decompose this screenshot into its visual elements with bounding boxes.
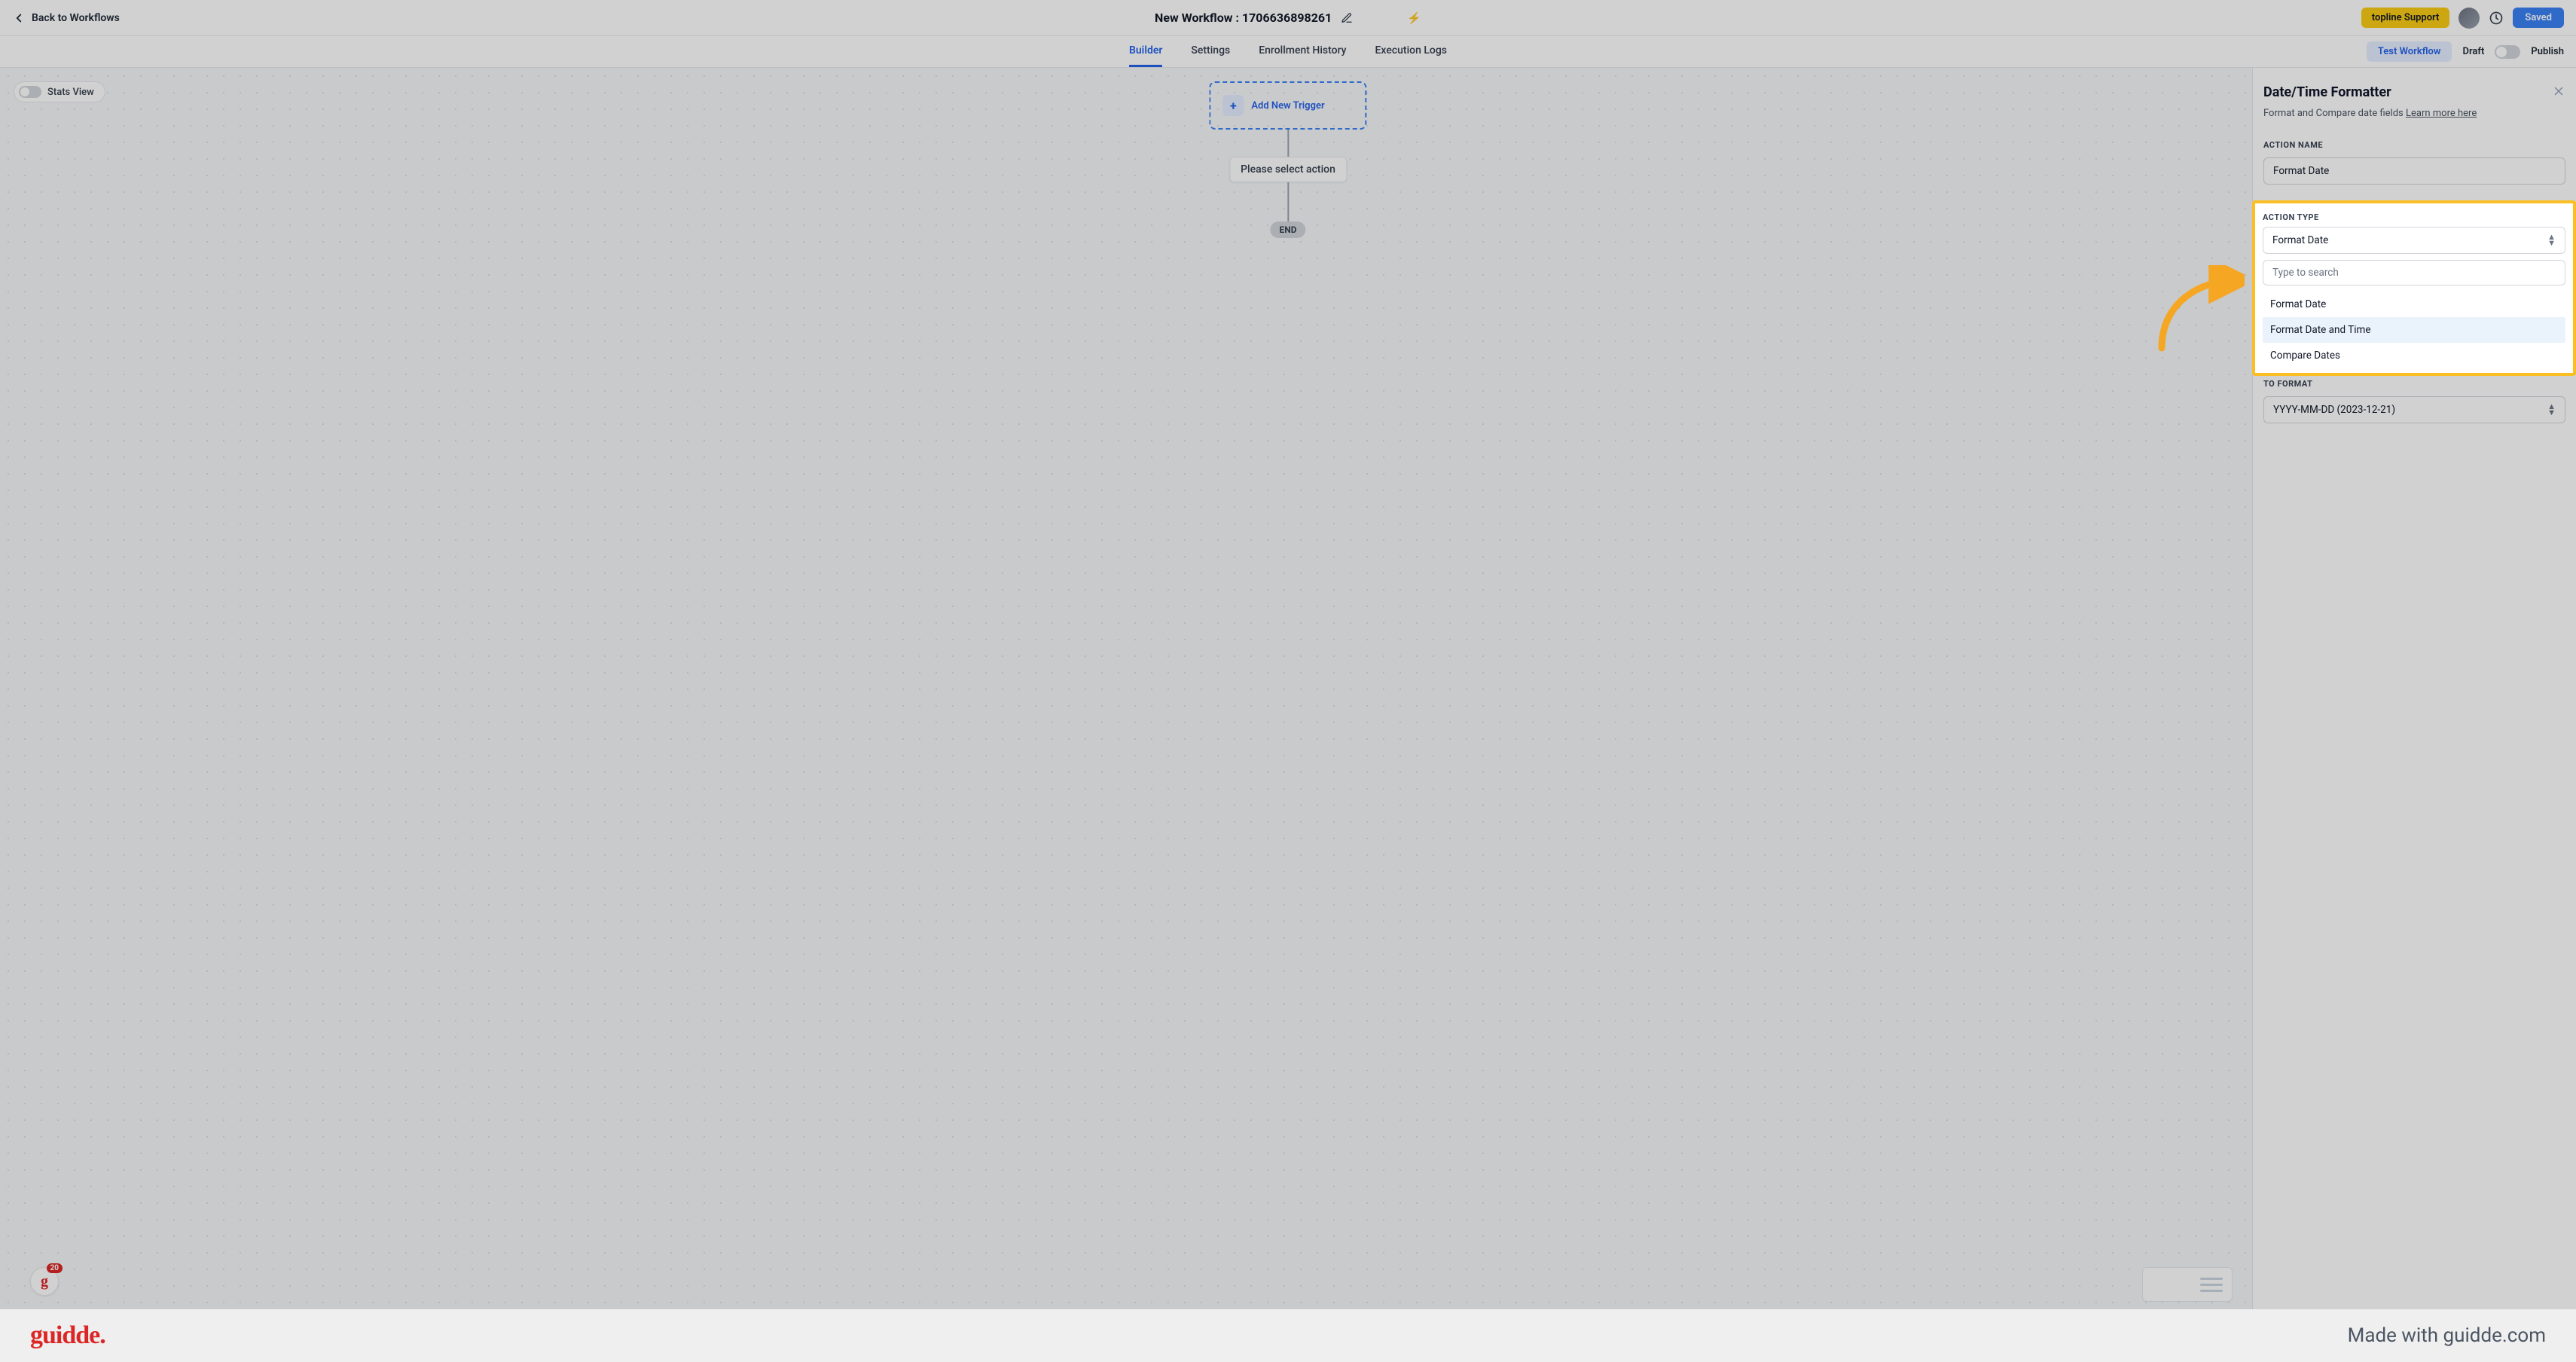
to-format-label: TO FORMAT bbox=[2263, 379, 2565, 389]
tab-execution-logs[interactable]: Execution Logs bbox=[1375, 36, 1448, 67]
option-format-date-and-time[interactable]: Format Date and Time bbox=[2263, 317, 2565, 343]
action-type-dropdown: ACTION TYPE Format Date ▲▼ Format Date F… bbox=[2252, 200, 2576, 376]
end-node: END bbox=[1270, 221, 1305, 238]
dropdown-search[interactable] bbox=[2263, 260, 2565, 286]
action-name-label: ACTION NAME bbox=[2263, 140, 2565, 150]
panel-subtitle: Format and Compare date fields Learn mor… bbox=[2263, 108, 2565, 119]
test-workflow-button[interactable]: Test Workflow bbox=[2367, 41, 2452, 62]
option-compare-dates[interactable]: Compare Dates bbox=[2263, 343, 2565, 368]
add-trigger-label: Add New Trigger bbox=[1251, 100, 1324, 111]
minimap-card[interactable] bbox=[2142, 1267, 2233, 1302]
action-type-label: ACTION TYPE bbox=[2263, 212, 2565, 222]
stats-toggle[interactable] bbox=[19, 86, 41, 98]
add-trigger-box[interactable]: + Add New Trigger bbox=[1209, 81, 1366, 130]
support-button[interactable]: topline Support bbox=[2361, 8, 2450, 28]
tab-enrollment-history[interactable]: Enrollment History bbox=[1259, 36, 1346, 67]
guidde-fab-badge: 20 bbox=[47, 1263, 63, 1273]
chevron-updown-icon: ▲▼ bbox=[2547, 404, 2556, 416]
saved-button[interactable]: Saved bbox=[2513, 8, 2564, 28]
subnav: Builder Settings Enrollment History Exec… bbox=[0, 36, 2576, 68]
tab-builder[interactable]: Builder bbox=[1129, 36, 1162, 67]
workflow-canvas[interactable]: Stats View + Add New Trigger Please sele… bbox=[0, 68, 2576, 1309]
stats-label: Stats View bbox=[47, 87, 94, 98]
action-type-select[interactable]: Format Date ▲▼ bbox=[2263, 227, 2565, 254]
guidde-fab-icon: g bbox=[41, 1273, 48, 1290]
back-to-workflows[interactable]: Back to Workflows bbox=[12, 11, 120, 25]
dropdown-search-input[interactable] bbox=[2272, 267, 2556, 279]
connector-line bbox=[1287, 182, 1289, 221]
draft-label: Draft bbox=[2462, 46, 2484, 57]
footer-credit: Made with guidde.com bbox=[2348, 1324, 2546, 1347]
app-header: Back to Workflows New Workflow : 1706636… bbox=[0, 0, 2576, 36]
guidde-logo: guidde. bbox=[30, 1321, 105, 1350]
workflow-title: New Workflow : 1706636898261 bbox=[1155, 11, 1332, 25]
guidde-fab[interactable]: g 20 bbox=[30, 1267, 59, 1296]
workflow-title-wrap: New Workflow : 1706636898261 ⚡ bbox=[1155, 11, 1421, 25]
action-name-input[interactable]: Format Date bbox=[2263, 157, 2565, 185]
guidde-footer: guidde. Made with guidde.com bbox=[0, 1309, 2576, 1362]
close-icon[interactable] bbox=[2552, 84, 2565, 98]
select-action-node[interactable]: Please select action bbox=[1229, 157, 1347, 182]
dropdown-options: Format Date Format Date and Time Compare… bbox=[2263, 292, 2565, 368]
avatar[interactable] bbox=[2458, 8, 2480, 29]
back-label: Back to Workflows bbox=[32, 12, 120, 24]
panel-title: Date/Time Formatter bbox=[2263, 84, 2565, 100]
publish-label: Publish bbox=[2531, 46, 2564, 57]
publish-toggle[interactable] bbox=[2495, 45, 2520, 59]
chevron-updown-icon: ▲▼ bbox=[2547, 234, 2556, 246]
edit-title-icon[interactable] bbox=[1341, 12, 1353, 24]
learn-more-link[interactable]: Learn more here bbox=[2406, 108, 2477, 119]
to-format-select[interactable]: YYYY-MM-DD (2023-12-21) ▲▼ bbox=[2263, 396, 2565, 423]
annotation-arrow-icon bbox=[2154, 265, 2245, 356]
lightning-icon: ⚡ bbox=[1407, 11, 1421, 25]
stats-view-pill[interactable]: Stats View bbox=[14, 81, 105, 102]
chevron-left-icon bbox=[12, 11, 26, 25]
plus-icon: + bbox=[1222, 95, 1244, 116]
history-icon[interactable] bbox=[2489, 11, 2504, 26]
tab-settings[interactable]: Settings bbox=[1191, 36, 1230, 67]
option-format-date[interactable]: Format Date bbox=[2263, 292, 2565, 317]
connector-line bbox=[1287, 130, 1289, 157]
